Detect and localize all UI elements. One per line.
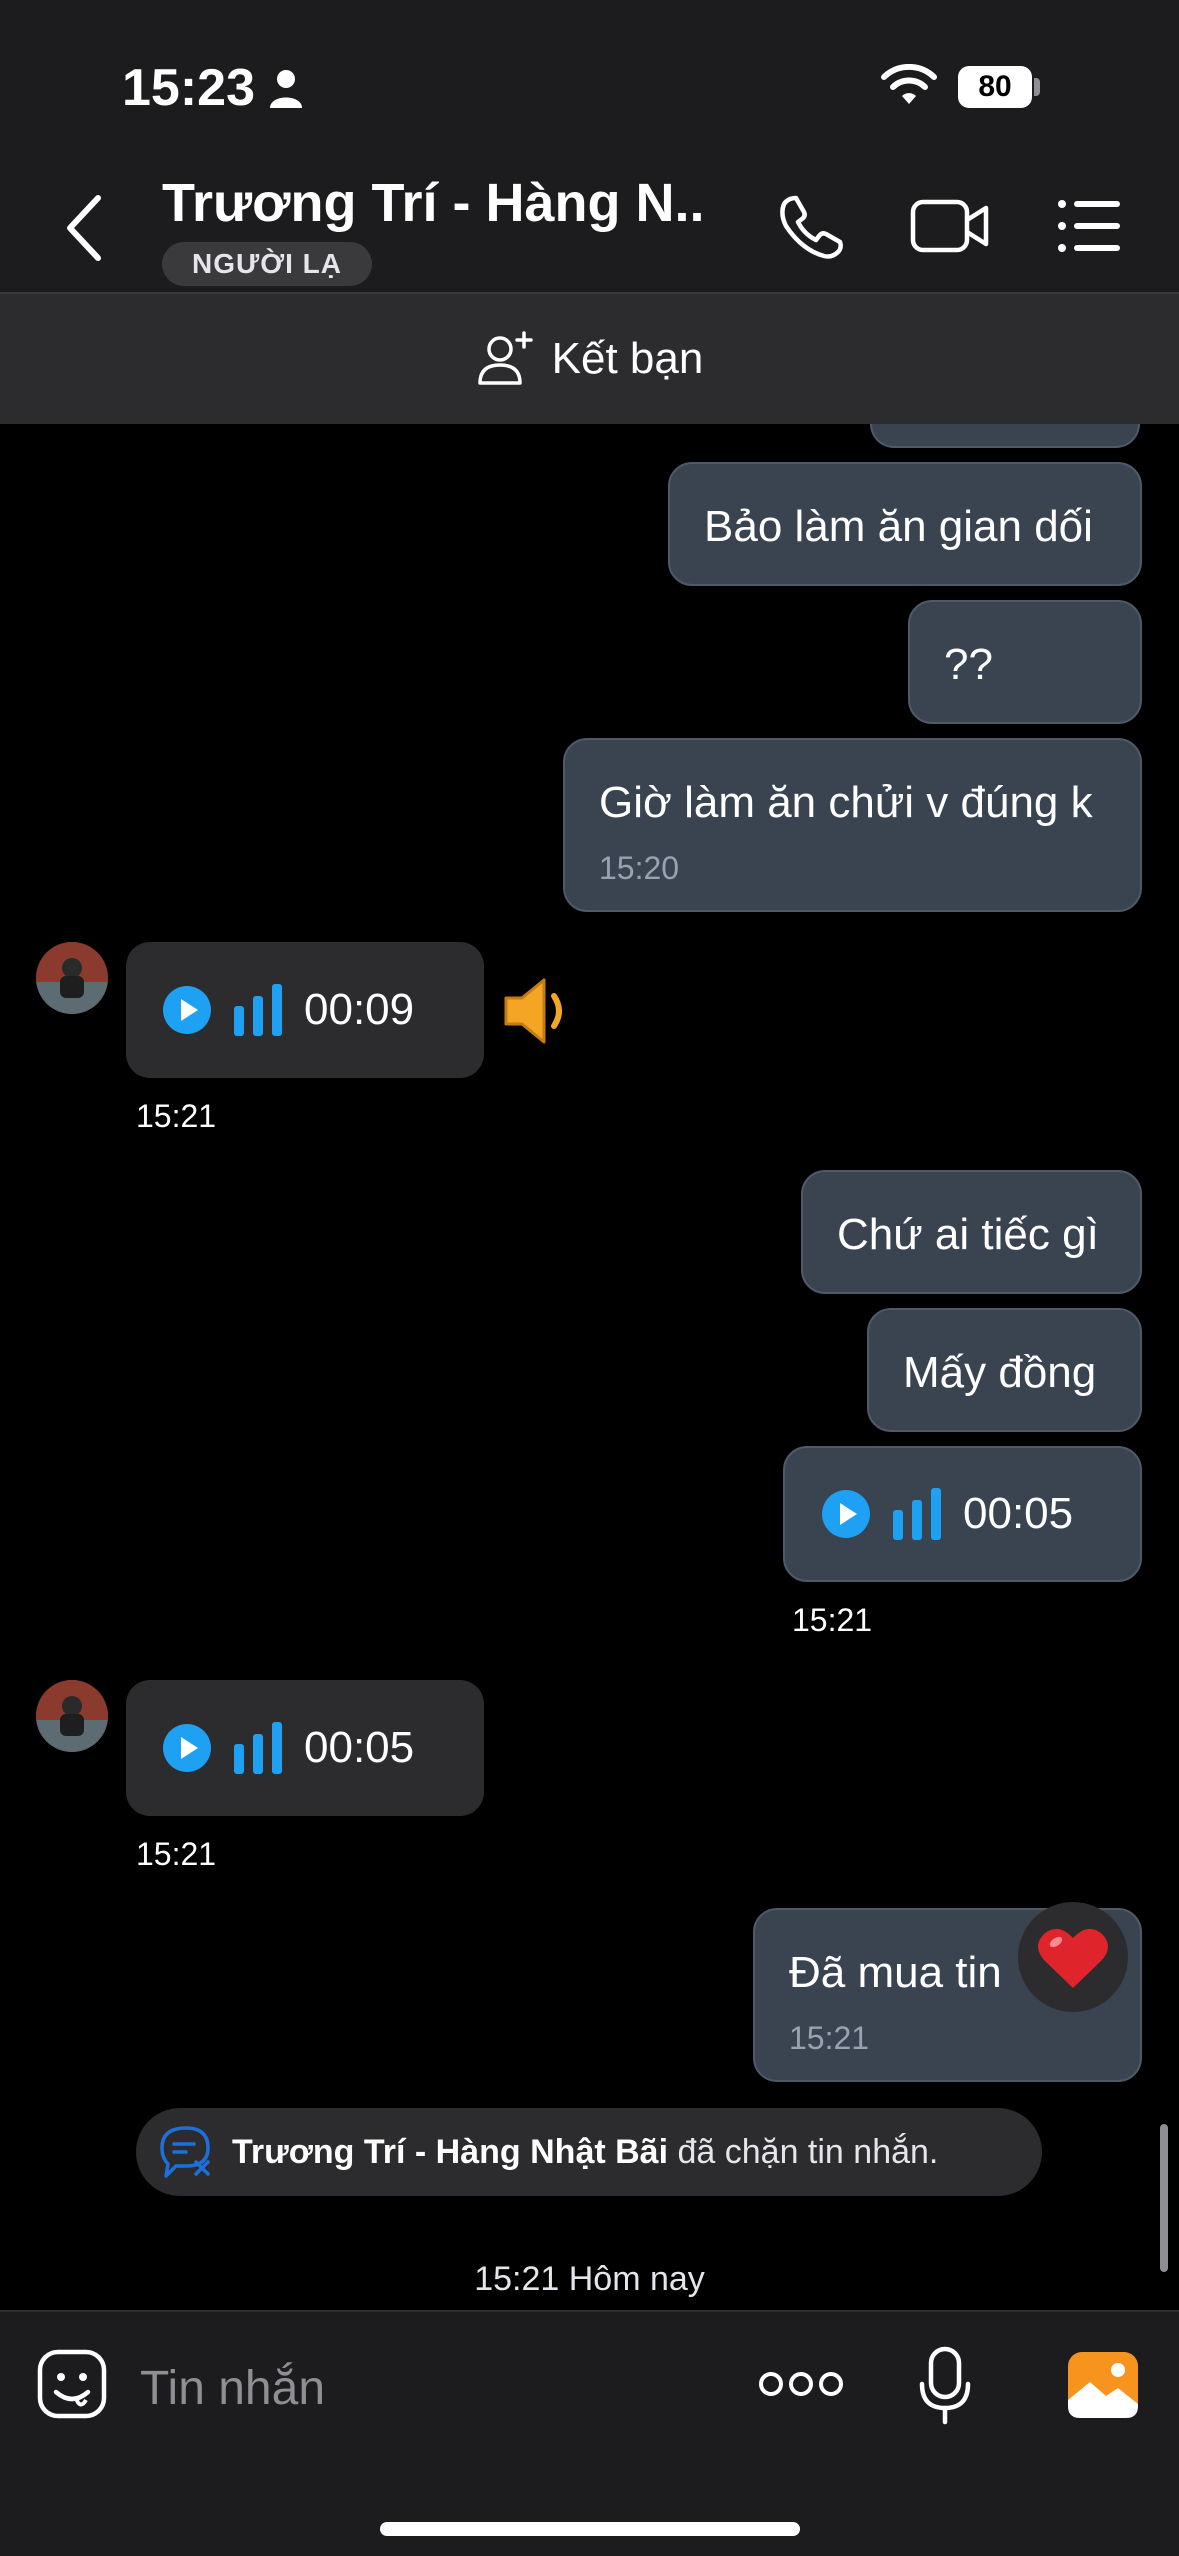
add-friend-bar[interactable]: Kết bạn bbox=[0, 292, 1179, 424]
notice-message: đã chặn tin nhắn. bbox=[668, 2132, 939, 2171]
date-divider: 15:21 Hôm nay bbox=[474, 2260, 705, 2298]
contact-avatar[interactable] bbox=[36, 1680, 108, 1752]
battery-level: 80 bbox=[978, 70, 1012, 103]
list-menu-icon[interactable] bbox=[1056, 196, 1122, 256]
voice-duration: 00:05 bbox=[963, 1489, 1074, 1538]
outgoing-message[interactable]: Bảo làm ăn gian dối bbox=[668, 462, 1142, 586]
chat-title[interactable]: Trương Trí - Hàng N... bbox=[162, 172, 702, 234]
wifi-icon bbox=[881, 64, 937, 104]
notice-contact-name: Trương Trí - Hàng Nhật Bãi bbox=[232, 2132, 669, 2171]
voice-duration: 00:09 bbox=[304, 985, 415, 1034]
message-text: Mấy đồng bbox=[903, 1348, 1097, 1397]
home-indicator bbox=[380, 2522, 800, 2536]
voice-message-time: 15:21 bbox=[792, 1602, 873, 1638]
message-composer bbox=[0, 2310, 1179, 2556]
audio-waveform-icon bbox=[234, 984, 282, 1036]
outgoing-message[interactable]: Giờ làm ăn chửi v đúng k 15:20 bbox=[563, 738, 1142, 912]
audio-waveform-icon bbox=[893, 1488, 941, 1540]
microphone-icon[interactable] bbox=[918, 2346, 972, 2426]
message-text: Bảo làm ăn gian dối bbox=[704, 502, 1093, 551]
add-user-icon bbox=[477, 331, 533, 385]
battery-indicator: 80 bbox=[958, 66, 1032, 108]
incoming-voice-message[interactable]: 00:05 bbox=[126, 1680, 484, 1816]
blocked-messages-notice: Trương Trí - Hàng Nhật Bãi đã chặn tin n… bbox=[136, 2108, 1042, 2196]
play-icon[interactable] bbox=[162, 985, 212, 1035]
video-call-icon[interactable] bbox=[910, 196, 990, 256]
incoming-voice-message[interactable]: 00:09 bbox=[126, 942, 484, 1078]
notice-text: Trương Trí - Hàng Nhật Bãi đã chặn tin n… bbox=[232, 2133, 938, 2172]
play-icon[interactable] bbox=[821, 1489, 871, 1539]
previous-message-bubble bbox=[870, 424, 1140, 448]
outgoing-message[interactable]: ?? bbox=[908, 600, 1142, 724]
back-arrow-icon[interactable] bbox=[56, 188, 116, 268]
stranger-badge: NGƯỜI LẠ bbox=[162, 242, 372, 286]
add-friend-label: Kết bạn bbox=[551, 334, 704, 383]
outgoing-voice-message[interactable]: 00:05 bbox=[783, 1446, 1142, 1582]
emoji-sticker-icon[interactable] bbox=[36, 2348, 108, 2420]
message-text: ?? bbox=[944, 640, 993, 689]
speaker-playing-icon bbox=[504, 978, 562, 1044]
message-time: 15:20 bbox=[599, 850, 680, 886]
voice-duration: 00:05 bbox=[304, 1723, 415, 1772]
person-icon bbox=[270, 70, 302, 108]
scrollbar[interactable] bbox=[1160, 2124, 1168, 2272]
play-icon[interactable] bbox=[162, 1723, 212, 1773]
avatar-image bbox=[36, 942, 108, 1014]
outgoing-message[interactable]: Mấy đồng bbox=[867, 1308, 1142, 1432]
chat-blocked-icon bbox=[160, 2126, 210, 2178]
voice-message-time: 15:21 bbox=[136, 1098, 217, 1134]
avatar-image bbox=[36, 1680, 108, 1752]
heart-icon bbox=[1038, 1928, 1108, 1988]
message-time: 15:21 bbox=[789, 2020, 870, 2056]
outgoing-message[interactable]: Chứ ai tiếc gì bbox=[801, 1170, 1142, 1294]
image-gallery-icon[interactable] bbox=[1066, 2350, 1140, 2420]
phone-call-icon[interactable] bbox=[776, 190, 848, 262]
contact-avatar[interactable] bbox=[36, 942, 108, 1014]
more-options-icon[interactable] bbox=[758, 2366, 844, 2402]
chat-header: 15:23 80 Trương Trí - Hàng N... NGƯỜI LẠ bbox=[0, 0, 1179, 292]
audio-waveform-icon bbox=[234, 1722, 282, 1774]
status-time: 15:23 bbox=[122, 59, 255, 117]
heart-reaction-icon[interactable] bbox=[1018, 1902, 1128, 2012]
battery-tip bbox=[1034, 78, 1040, 96]
message-text: Giờ làm ăn chửi v đúng k bbox=[599, 778, 1093, 827]
voice-message-time: 15:21 bbox=[136, 1836, 217, 1872]
message-input[interactable] bbox=[140, 2352, 700, 2424]
message-text: Chứ ai tiếc gì bbox=[837, 1210, 1099, 1259]
